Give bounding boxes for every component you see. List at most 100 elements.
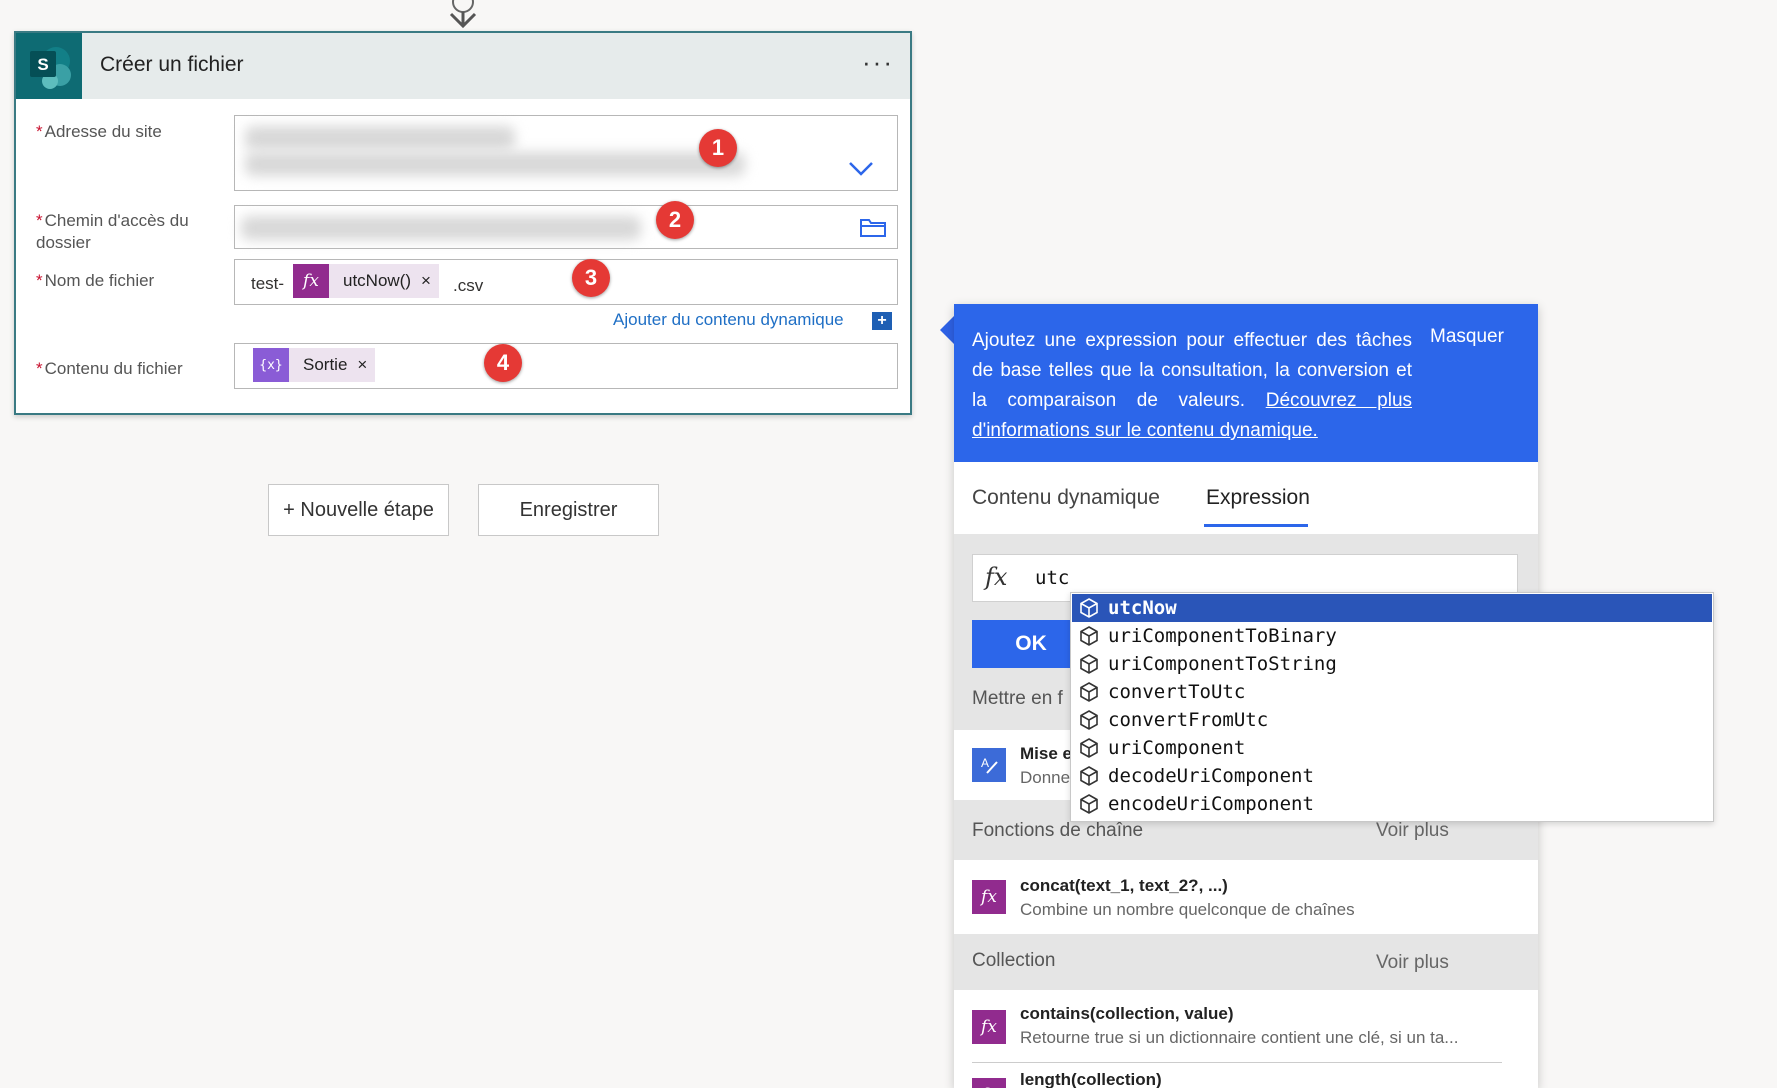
- file-name-label: * Nom de fichier: [36, 270, 154, 292]
- function-name: concat(text_1, text_2?, ...): [1020, 876, 1228, 895]
- sortie-token[interactable]: {x} Sortie ×: [253, 348, 376, 382]
- function-cube-icon: [1080, 710, 1098, 730]
- suggestion-label: encodeUriComponent: [1108, 793, 1314, 815]
- annotation-badge-2: 2: [656, 201, 694, 239]
- svg-text:A: A: [981, 756, 989, 770]
- see-more-string-link[interactable]: Voir plus: [1376, 820, 1449, 842]
- function-name: Mise e: [1020, 744, 1072, 763]
- tab-expression[interactable]: Expression: [1206, 486, 1310, 510]
- fx-icon: fx: [293, 264, 329, 298]
- tab-dynamic-content[interactable]: Contenu dynamique: [972, 486, 1160, 510]
- fx-icon: fx: [972, 1010, 1006, 1044]
- suggestion-item[interactable]: uriComponentToBinary: [1072, 622, 1712, 650]
- hide-button[interactable]: Masquer: [1430, 326, 1504, 348]
- expression-suggestions-list: utcNow uriComponentToBinary uriComponent…: [1070, 592, 1714, 822]
- site-address-label: * Adresse du site: [36, 121, 162, 143]
- site-address-label-text: Adresse du site: [44, 122, 162, 141]
- file-name-suffix: .csv: [453, 276, 484, 295]
- annotation-badge-1: 1: [699, 129, 737, 167]
- function-desc: Combine un nombre quelconque de chaînes: [1020, 900, 1355, 919]
- file-content-input[interactable]: {x} Sortie ×: [234, 343, 898, 389]
- section-collection: Collection: [972, 950, 1056, 971]
- section-string-functions: Fonctions de chaîne: [972, 820, 1144, 841]
- active-tab-indicator: [1204, 524, 1308, 527]
- suggestion-item[interactable]: encodeUriComponent: [1072, 790, 1712, 818]
- required-mark: *: [36, 211, 43, 230]
- sharepoint-icon: S: [16, 33, 82, 99]
- card-header[interactable]: S Créer un fichier ···: [16, 33, 910, 99]
- blurred-value: [245, 152, 745, 176]
- function-name: contains(collection, value): [1020, 1004, 1234, 1023]
- function-item-concat[interactable]: fx concat(text_1, text_2?, ...) Combine …: [954, 860, 1538, 934]
- file-name-prefix: test-: [251, 274, 285, 293]
- function-item-length[interactable]: fx length(collection): [954, 1068, 1538, 1088]
- create-file-action-card: S Créer un fichier ··· * Adresse du site …: [14, 31, 912, 415]
- divider: [972, 1062, 1502, 1063]
- panel-info-banner: Ajoutez une expression pour effectuer de…: [954, 304, 1538, 462]
- see-more-collection-link[interactable]: Voir plus: [1376, 952, 1449, 974]
- fx-icon: fx: [985, 563, 1008, 591]
- suggestion-label: convertFromUtc: [1108, 709, 1269, 731]
- annotation-badge-3: 3: [572, 259, 610, 297]
- suggestion-label: uriComponentToString: [1108, 653, 1337, 675]
- function-cube-icon: [1080, 766, 1098, 786]
- format-icon: A: [972, 748, 1006, 782]
- suggestion-label: utcNow: [1108, 597, 1177, 619]
- function-cube-icon: [1080, 794, 1098, 814]
- blurred-value: [241, 216, 641, 240]
- fx-icon: fx: [972, 1078, 1006, 1088]
- suggestion-item[interactable]: utcNow: [1072, 594, 1712, 622]
- function-name: length(collection): [1020, 1070, 1162, 1088]
- function-list-collection: fx contains(collection, value) Retourne …: [954, 990, 1538, 1088]
- folder-path-label-text: Chemin d'accès du dossier: [36, 211, 189, 252]
- utcnow-token[interactable]: fx utcNow() ×: [293, 264, 439, 298]
- site-address-dropdown[interactable]: [234, 115, 898, 191]
- suggestion-item[interactable]: convertToUtc: [1072, 678, 1712, 706]
- remove-token-icon[interactable]: ×: [357, 355, 367, 375]
- suggestion-item[interactable]: uriComponent: [1072, 734, 1712, 762]
- required-mark: *: [36, 122, 43, 141]
- suggestion-label: decodeUriComponent: [1108, 765, 1314, 787]
- function-desc: Donne: [1020, 768, 1071, 787]
- card-title: Créer un fichier: [100, 53, 244, 76]
- panel-info-text: Ajoutez une expression pour effectuer de…: [972, 326, 1412, 446]
- function-item-contains[interactable]: fx contains(collection, value) Retourne …: [954, 990, 1538, 1060]
- sortie-token-label: Sortie: [303, 355, 348, 374]
- suggestion-label: convertToUtc: [1108, 681, 1246, 703]
- annotation-badge-4: 4: [484, 344, 522, 382]
- section-date-time-partial: Mettre en f: [972, 688, 1063, 709]
- folder-path-input[interactable]: [234, 205, 898, 249]
- function-cube-icon: [1080, 598, 1098, 618]
- file-content-label: * Contenu du fichier: [36, 358, 183, 380]
- function-cube-icon: [1080, 682, 1098, 702]
- file-name-input[interactable]: test- fx utcNow() × .csv: [234, 259, 898, 305]
- chevron-down-icon[interactable]: [847, 160, 875, 178]
- function-cube-icon: [1080, 654, 1098, 674]
- more-options-button[interactable]: ···: [862, 47, 894, 78]
- function-cube-icon: [1080, 738, 1098, 758]
- svg-text:S: S: [37, 55, 48, 74]
- remove-token-icon[interactable]: ×: [421, 271, 431, 291]
- required-mark: *: [36, 359, 43, 378]
- folder-icon[interactable]: [859, 216, 887, 238]
- add-dynamic-content-plus-icon[interactable]: +: [872, 312, 892, 330]
- required-mark: *: [36, 271, 43, 290]
- connector-arrow-icon: [449, 0, 477, 29]
- new-step-button[interactable]: + Nouvelle étape: [268, 484, 449, 536]
- save-button[interactable]: Enregistrer: [478, 484, 659, 536]
- function-desc: Retourne true si un dictionnaire contien…: [1020, 1028, 1459, 1047]
- suggestion-label: uriComponent: [1108, 737, 1246, 759]
- file-content-label-text: Contenu du fichier: [44, 359, 183, 378]
- function-cube-icon: [1080, 626, 1098, 646]
- utcnow-token-label: utcNow(): [343, 271, 412, 290]
- add-dynamic-content-link[interactable]: Ajouter du contenu dynamique: [613, 310, 844, 330]
- suggestion-item[interactable]: decodeUriComponent: [1072, 762, 1712, 790]
- suggestion-label: uriComponentToBinary: [1108, 625, 1337, 647]
- suggestion-item[interactable]: convertFromUtc: [1072, 706, 1712, 734]
- fx-icon: fx: [972, 880, 1006, 914]
- file-name-label-text: Nom de fichier: [44, 271, 155, 290]
- blurred-value: [245, 126, 515, 150]
- suggestion-item[interactable]: uriComponentToString: [1072, 650, 1712, 678]
- panel-pointer: [940, 316, 954, 344]
- variable-icon: {x}: [253, 348, 289, 382]
